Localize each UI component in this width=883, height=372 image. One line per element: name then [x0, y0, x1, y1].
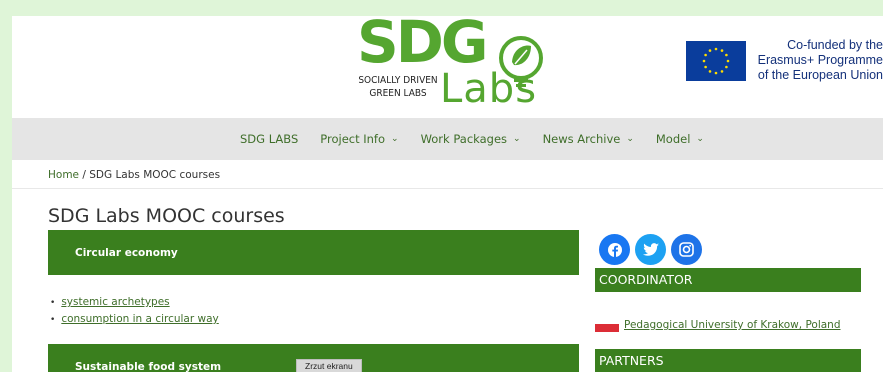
logo-tagline-line2: GREEN LABS: [369, 88, 427, 99]
nav-item-label: Project Info: [320, 132, 386, 146]
screenshot-tooltip: Zrzut ekranu: [296, 359, 362, 372]
sdg-labs-logo[interactable]: SDG SOCIALLY DRIVEN GREEN LABS Labs: [355, 16, 555, 114]
eu-flag-icon: [686, 41, 746, 81]
nav-item-project-info[interactable]: Project Info ⌄: [320, 132, 398, 146]
eu-text-line1: Co-funded by the: [787, 38, 883, 52]
logo-tagline: SOCIALLY DRIVEN GREEN LABS: [358, 74, 438, 100]
lightbulb-leaf-icon: [499, 36, 543, 87]
nav-item-work-packages[interactable]: Work Packages ⌄: [421, 132, 521, 146]
logo-tagline-line1: SOCIALLY DRIVEN: [358, 75, 438, 86]
nav-item-label: SDG LABS: [240, 132, 299, 146]
nav-item-label: Model: [655, 132, 691, 146]
nav-item-label: Work Packages: [420, 132, 508, 146]
divider: [12, 188, 883, 189]
course-link-consumption[interactable]: consumption in a circular way: [61, 313, 218, 325]
coordinator-heading: COORDINATOR: [595, 268, 861, 292]
twitter-icon[interactable]: [635, 234, 666, 265]
coordinator-entry: Pedagogical University of Krakow, Poland: [595, 318, 841, 332]
chevron-down-icon: ⌄: [626, 134, 634, 144]
course-header-circular-economy[interactable]: Circular economy: [48, 230, 579, 275]
nav-item-label: News Archive: [542, 132, 621, 146]
social-links: [599, 234, 702, 265]
list-item: consumption in a circular way: [50, 311, 218, 328]
instagram-icon[interactable]: [671, 234, 702, 265]
breadcrumb: Home / SDG Labs MOOC courses: [48, 169, 220, 181]
poland-flag-icon: [595, 324, 619, 332]
breadcrumb-home-link[interactable]: Home: [48, 169, 79, 181]
nav-item-sdg-labs[interactable]: SDG LABS: [240, 132, 298, 146]
page-title: SDG Labs MOOC courses: [48, 204, 285, 227]
chevron-down-icon: ⌄: [513, 134, 521, 144]
facebook-icon[interactable]: [599, 234, 630, 265]
nav-item-model[interactable]: Model ⌄: [656, 132, 704, 146]
partners-heading: PARTNERS: [595, 349, 861, 372]
eu-cofunded-text: Co-funded by the Erasmus+ Programme of t…: [752, 38, 883, 83]
coordinator-link[interactable]: Pedagogical University of Krakow, Poland: [624, 319, 841, 331]
eu-text-line2: Erasmus+ Programme: [757, 53, 883, 67]
course-links-list: systemic archetypes consumption in a cir…: [50, 294, 219, 328]
course-title: Sustainable food system: [75, 360, 222, 372]
nav-item-news-archive[interactable]: News Archive ⌄: [543, 132, 634, 146]
main-nav: SDG LABS Project Info ⌄ Work Packages ⌄ …: [12, 118, 883, 160]
chevron-down-icon: ⌄: [696, 134, 704, 144]
eu-text-line3: of the European Union: [757, 68, 883, 82]
breadcrumb-current: SDG Labs MOOC courses: [89, 169, 221, 181]
breadcrumb-separator: /: [79, 169, 90, 181]
list-item: systemic archetypes: [50, 294, 219, 311]
course-title: Circular economy: [75, 246, 178, 259]
page: SDG SOCIALLY DRIVEN GREEN LABS Labs Co-f…: [12, 16, 883, 372]
course-link-systemic-archetypes[interactable]: systemic archetypes: [61, 296, 169, 308]
chevron-down-icon: ⌄: [391, 134, 399, 144]
